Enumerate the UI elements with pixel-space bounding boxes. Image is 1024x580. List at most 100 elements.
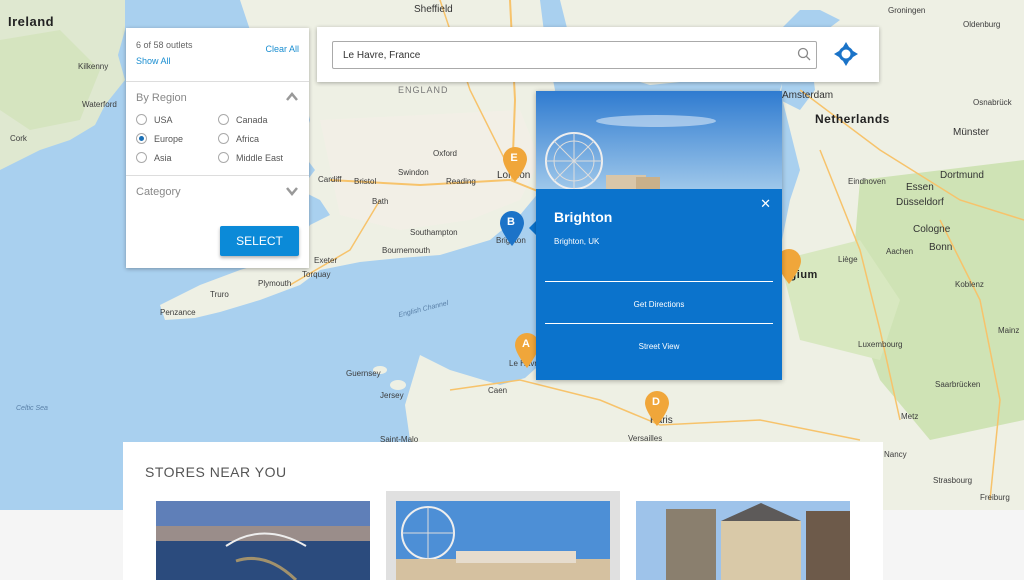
map-label-torquay: Torquay [302,270,331,279]
radio-label: Africa [236,133,260,144]
region-radio-usa[interactable]: USA [136,114,218,125]
by-region-label: By Region [136,92,187,104]
map-label-cologne: Cologne [913,224,951,235]
filter-panel: 6 of 58 outlets Show All Clear All By Re… [126,28,309,268]
map-label-oxford: Oxford [433,149,458,158]
region-radio-middle-east[interactable]: Middle East [218,152,300,163]
map-label-koblenz: Koblenz [955,280,984,289]
map-label-penzance: Penzance [160,308,196,317]
radio-label: Canada [236,114,268,125]
store-photo-brighton [536,91,782,189]
map-label-plymouth: Plymouth [258,279,292,288]
map-label-netherlands: Netherlands [815,112,890,126]
map-label-metz: Metz [901,412,919,421]
search-bar [317,27,879,82]
popup-divider [545,281,773,282]
store-thumbnail-town [636,501,850,580]
map-label-osnabruck: Osnabrück [973,98,1012,107]
le-havre-photo [156,501,370,580]
map-label-reading: Reading [446,177,476,186]
map-label-nancy: Nancy [884,450,907,459]
map-label-bournemouth: Bournemouth [382,246,431,255]
radio-dot [136,152,147,163]
marker-letter: E [510,152,518,164]
map-label-saarbrucken: Saarbrücken [935,380,981,389]
map-label-jersey: Jersey [380,391,404,400]
marker-letter: A [522,338,530,350]
town-photo [636,501,850,580]
show-all-link[interactable]: Show All [136,56,299,66]
map-label-essen: Essen [906,182,934,193]
map-label-guernsey: Guernsey [346,369,381,378]
map-label-truro: Truro [210,290,229,299]
store-thumbnail-brighton [396,501,610,580]
map-label-aachen: Aachen [886,247,914,256]
map-marker-e[interactable]: E [502,147,528,183]
radio-dot [136,133,147,144]
map-marker-b[interactable]: B [499,211,525,247]
map-label-liege: Liège [838,255,858,264]
map-label-sheffield: Sheffield [414,4,453,15]
map-label-waterford: Waterford [82,100,117,109]
map-label-luxembourg: Luxembourg [858,340,903,349]
filter-header: 6 of 58 outlets Show All Clear All [126,28,309,82]
radio-label: Middle East [236,152,284,163]
map-label-amsterdam: Amsterdam [782,90,834,101]
region-radio-asia[interactable]: Asia [136,152,218,163]
stores-section-title: STORES NEAR YOU [145,464,287,480]
store-card[interactable] [386,491,620,580]
map-label-celtic-sea: Celtic Sea [16,405,48,412]
map-label-swindon: Swindon [398,168,429,177]
crosshair-icon[interactable] [833,41,859,67]
search-icon[interactable] [797,47,811,61]
region-radio-canada[interactable]: Canada [218,114,300,125]
street-view-link[interactable]: Street View [536,342,782,351]
map-label-caen: Caen [488,386,508,395]
store-card[interactable] [146,491,380,580]
map-label-exeter: Exeter [314,256,338,265]
chevron-up-icon [286,92,298,101]
store-name: Brighton [554,209,613,225]
brighton-store-photo [396,501,610,580]
brighton-photo [536,91,782,189]
store-card[interactable] [626,491,860,580]
region-radio-europe[interactable]: Europe [136,133,218,144]
category-label: Category [136,186,181,198]
marker-letter: D [652,396,660,408]
region-radio-group: USA Canada Europe Africa Asia Middle Eas… [126,110,309,175]
clear-all-link[interactable]: Clear All [265,44,299,54]
store-thumbnail-le-havre [156,501,370,580]
stores-near-you-section: STORES NEAR YOU [123,442,883,580]
category-header[interactable]: Category [126,176,309,204]
get-directions-link[interactable]: Get Directions [536,300,782,309]
chevron-down-icon [286,187,298,196]
region-radio-africa[interactable]: Africa [218,133,300,144]
map-label-groningen: Groningen [888,6,926,15]
map-label-eindhoven: Eindhoven [848,177,886,186]
map-label-england: ENGLAND [398,85,449,95]
radio-dot [136,114,147,125]
map-label-bonn: Bonn [929,242,953,253]
map-label-cardiff: Cardiff [318,175,342,184]
popup-divider [545,323,773,324]
radio-label: USA [154,114,173,125]
map-label-strasbourg: Strasbourg [933,476,973,485]
search-input[interactable] [332,41,817,69]
map-label-southampton: Southampton [410,228,458,237]
map-label-munster: Münster [953,127,990,138]
radio-dot [218,114,229,125]
marker-letter: B [507,216,515,228]
store-location: Brighton, UK [554,237,600,246]
close-icon[interactable]: ✕ [760,196,771,212]
map-label-bristol: Bristol [354,177,377,186]
map-label-bath: Bath [372,197,389,206]
select-button[interactable]: SELECT [220,226,299,256]
map-label-cork: Cork [10,134,27,143]
map-label-dusseldorf: Düsseldorf [896,197,944,208]
radio-label: Asia [154,152,172,163]
map-label-ireland: Ireland [8,14,55,29]
map-marker-d[interactable]: D [644,391,670,427]
map-label-dortmund: Dortmund [940,170,984,181]
by-region-header[interactable]: By Region [126,82,309,110]
map-label-freiburg: Freiburg [980,493,1010,502]
